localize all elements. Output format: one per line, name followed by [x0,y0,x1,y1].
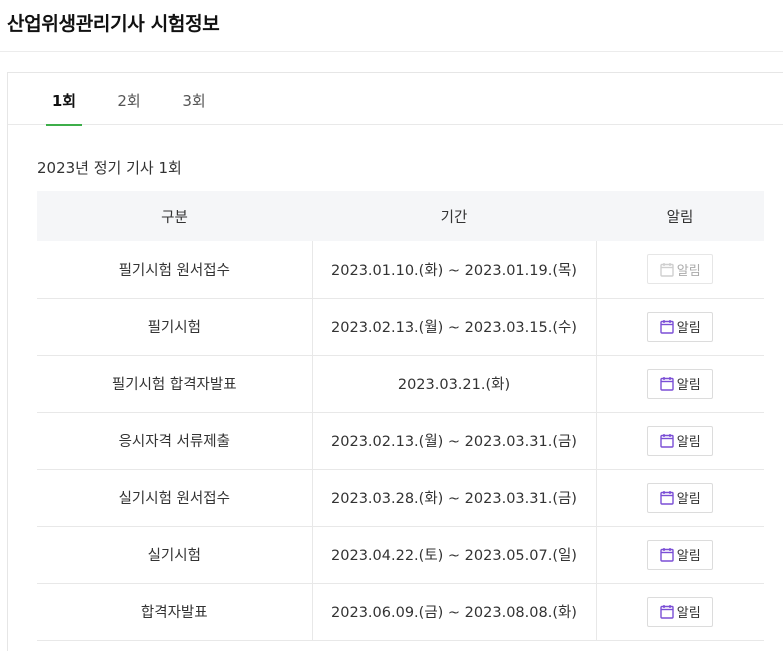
schedule-table: 구분 기간 알림 필기시험 원서접수 2023.01.10.(화) ~ 2023.… [37,191,764,641]
row-period: 2023.03.28.(화) ~ 2023.03.31.(금) [312,469,597,527]
alert-button[interactable]: 알림 [647,596,714,627]
row-period: 2023.01.10.(화) ~ 2023.01.19.(목) [312,241,597,299]
calendar-icon [660,548,674,562]
row-alert-cell: 알림 [596,298,764,356]
alert-button-label: 알림 [676,378,701,393]
alert-button-label: 알림 [676,263,701,279]
row-period: 2023.02.13.(월) ~ 2023.03.15.(수) [312,298,597,356]
alert-button[interactable]: 알림 [647,482,714,513]
row-division: 실기시험 [37,526,313,584]
table-row: 합격자발표 2023.06.09.(금) ~ 2023.08.08.(화) 알림 [37,583,764,641]
alert-button[interactable]: 알림 [647,425,714,456]
alert-button-label: 알림 [676,606,701,621]
page-title: 산업위생관리기사 시험정보 [7,13,220,35]
header-division: 구분 [37,191,312,241]
table-row: 필기시험 원서접수 2023.01.10.(화) ~ 2023.01.19.(목)… [37,241,764,299]
section-title: 2023년 정기 기사 1회 [37,159,182,177]
table-row: 실기시험 2023.04.22.(토) ~ 2023.05.07.(일) 알림 [37,526,764,584]
table-body: 필기시험 원서접수 2023.01.10.(화) ~ 2023.01.19.(목)… [37,241,764,641]
table-row: 필기시험 합격자발표 2023.03.21.(화) 알림 [37,355,764,413]
row-division: 합격자발표 [37,583,313,641]
row-period: 2023.04.22.(토) ~ 2023.05.07.(일) [312,526,597,584]
row-alert-cell: 알림 [596,241,764,299]
alert-button[interactable]: 알림 [647,539,714,570]
row-period: 2023.02.13.(월) ~ 2023.03.31.(금) [312,412,597,470]
table-row: 응시자격 서류제출 2023.02.13.(월) ~ 2023.03.31.(금)… [37,412,764,470]
row-period: 2023.06.09.(금) ~ 2023.08.08.(화) [312,583,597,641]
round-tabs: 1회 2회 3회 [8,73,783,126]
row-division: 필기시험 합격자발표 [37,355,313,413]
calendar-icon [660,377,674,391]
header-period: 기간 [312,191,596,241]
table-row: 실기시험 원서접수 2023.03.28.(화) ~ 2023.03.31.(금)… [37,469,764,527]
row-division: 실기시험 원서접수 [37,469,313,527]
row-division: 필기시험 원서접수 [37,241,313,299]
alert-button-label: 알림 [676,549,701,564]
alert-button[interactable]: 알림 [647,368,714,399]
row-alert-cell: 알림 [596,526,764,584]
tab-round-2[interactable]: 2회 [111,73,147,125]
row-division: 응시자격 서류제출 [37,412,313,470]
table-header-row: 구분 기간 알림 [37,191,764,241]
table-row: 필기시험 2023.02.13.(월) ~ 2023.03.15.(수) 알림 [37,298,764,356]
row-alert-cell: 알림 [596,469,764,527]
row-division: 필기시험 [37,298,313,356]
page-header: 산업위생관리기사 시험정보 [0,0,783,52]
alert-button[interactable]: 알림 [647,311,714,342]
tab-round-1[interactable]: 1회 [46,73,82,126]
alert-button-label: 알림 [676,321,701,336]
alert-button-label: 알림 [676,435,701,450]
calendar-icon [660,434,674,448]
calendar-icon [660,605,674,619]
row-alert-cell: 알림 [596,355,764,413]
calendar-icon [660,320,674,334]
row-alert-cell: 알림 [596,412,764,470]
tab-round-3[interactable]: 3회 [176,73,212,125]
calendar-icon [660,491,674,505]
calendar-icon [660,262,674,277]
alert-button-label: 알림 [676,492,701,507]
exam-info-card: 1회 2회 3회 2023년 정기 기사 1회 구분 기간 알림 필기시험 원서… [7,72,783,651]
row-period: 2023.03.21.(화) [312,355,597,413]
header-alert: 알림 [596,191,764,241]
alert-button[interactable]: 알림 [647,254,714,285]
row-alert-cell: 알림 [596,583,764,641]
